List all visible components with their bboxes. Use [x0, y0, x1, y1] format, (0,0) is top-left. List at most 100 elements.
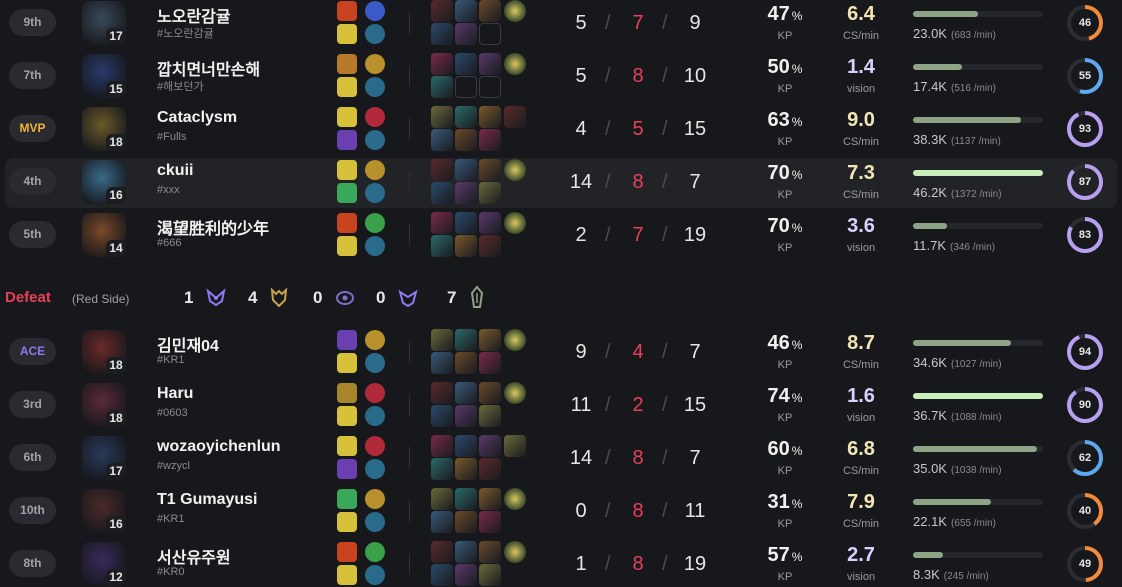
item-icon[interactable]: [455, 382, 477, 404]
domination-rune-icon[interactable]: [365, 436, 385, 456]
sorcery-rune-icon[interactable]: [365, 1, 385, 21]
ward-item-icon[interactable]: [504, 541, 526, 563]
flash-spell-icon[interactable]: [337, 107, 357, 127]
summoner-name[interactable]: 깝치면너만손해: [157, 56, 260, 80]
item-icon[interactable]: [479, 0, 501, 22]
summoner-name[interactable]: wozaoyichenlun: [157, 438, 281, 456]
item-icon[interactable]: [431, 435, 453, 457]
flash-spell-icon[interactable]: [337, 77, 357, 97]
item-icon[interactable]: [431, 106, 453, 128]
champion-portrait[interactable]: 17: [82, 436, 126, 480]
teleport-spell-icon[interactable]: [337, 459, 357, 479]
item-icon[interactable]: [455, 0, 477, 22]
rune-shard-icon[interactable]: [365, 406, 385, 426]
champion-portrait[interactable]: 16: [82, 489, 126, 533]
item-icon[interactable]: [479, 159, 501, 181]
summoner-name[interactable]: T1 Gumayusi: [157, 491, 257, 509]
item-icon[interactable]: [455, 212, 477, 234]
item-icon[interactable]: [431, 541, 453, 563]
item-icon[interactable]: [455, 129, 477, 151]
ward-item-icon[interactable]: [504, 0, 526, 22]
item-icon[interactable]: [479, 541, 501, 563]
item-icon[interactable]: [431, 405, 453, 427]
item-icon[interactable]: [431, 76, 453, 98]
player-row[interactable]: ACE 18 김민재04 #KR1 9 / 4 / 7 46% KP 8.7 CS/min 34.6K (1…: [5, 328, 1117, 378]
player-row[interactable]: 6th 17 wozaoyichenlun #wzycl 14 / 8 / 7 60% KP 6.8 C…: [5, 434, 1117, 484]
precision-rune-icon[interactable]: [365, 330, 385, 350]
precision-rune-icon[interactable]: [365, 489, 385, 509]
item-icon[interactable]: [479, 53, 501, 75]
champion-portrait[interactable]: 14: [82, 213, 126, 257]
player-row[interactable]: MVP 18 Cataclysm #Fulls 4 / 5 / 15 63% KP 9.0 CS/min…: [5, 105, 1117, 155]
item-icon[interactable]: [455, 488, 477, 510]
item-icon[interactable]: [431, 382, 453, 404]
player-row[interactable]: 4th 16 ckuii #xxx 14 / 8 / 7 70% KP 7.3 CS/min 46.2K(…: [5, 158, 1117, 208]
teleport-spell-icon[interactable]: [337, 330, 357, 350]
item-icon[interactable]: [431, 511, 453, 533]
champion-portrait[interactable]: 15: [82, 54, 126, 98]
item-icon[interactable]: [479, 435, 501, 457]
precision-rune-icon[interactable]: [365, 54, 385, 74]
rune-shard-icon[interactable]: [365, 459, 385, 479]
domination-rune-icon[interactable]: [365, 107, 385, 127]
summoner-name[interactable]: Cataclysm: [157, 109, 237, 127]
flash-spell-icon[interactable]: [337, 236, 357, 256]
item-icon[interactable]: [479, 382, 501, 404]
ward-item-icon[interactable]: [504, 329, 526, 351]
player-row[interactable]: 8th 12 서산유주원 #KR0 1 / 8 / 19 57% KP 2.7 vision 8.3K (2…: [5, 540, 1117, 587]
ward-item-icon[interactable]: [504, 488, 526, 510]
flash-spell-icon[interactable]: [337, 24, 357, 44]
item-icon[interactable]: [431, 159, 453, 181]
item-icon[interactable]: [455, 564, 477, 586]
item-icon[interactable]: [455, 541, 477, 563]
item-icon[interactable]: [504, 106, 526, 128]
heal-spell-icon[interactable]: [337, 489, 357, 509]
item-icon[interactable]: [479, 106, 501, 128]
flash-spell-icon[interactable]: [337, 353, 357, 373]
heal-spell-icon[interactable]: [337, 183, 357, 203]
flash-spell-icon[interactable]: [337, 565, 357, 585]
item-icon[interactable]: [455, 352, 477, 374]
rune-shard-icon[interactable]: [365, 24, 385, 44]
item-icon[interactable]: [455, 159, 477, 181]
player-row[interactable]: 3rd 18 Haru #0603 11 / 2 / 15 74% KP 1.6 vision 36.7K…: [5, 381, 1117, 431]
champion-portrait[interactable]: 18: [82, 330, 126, 374]
resolve-rune-icon[interactable]: [365, 542, 385, 562]
domination-rune-icon[interactable]: [365, 383, 385, 403]
precision-rune-icon[interactable]: [365, 160, 385, 180]
champion-portrait[interactable]: 16: [82, 160, 126, 204]
summoner-name[interactable]: ckuii: [157, 162, 193, 180]
item-icon[interactable]: [479, 488, 501, 510]
ward-item-icon[interactable]: [504, 212, 526, 234]
item-icon[interactable]: [479, 511, 501, 533]
item-icon[interactable]: [479, 352, 501, 374]
item-icon[interactable]: [455, 53, 477, 75]
item-icon[interactable]: [479, 212, 501, 234]
ward-item-icon[interactable]: [504, 53, 526, 75]
item-icon[interactable]: [431, 129, 453, 151]
ward-item-icon[interactable]: [504, 382, 526, 404]
item-icon[interactable]: [455, 405, 477, 427]
rune-shard-icon[interactable]: [365, 565, 385, 585]
item-icon[interactable]: [504, 435, 526, 457]
exhaust-spell-icon[interactable]: [337, 54, 357, 74]
item-icon[interactable]: [455, 435, 477, 457]
item-icon[interactable]: [431, 564, 453, 586]
item-icon[interactable]: [431, 23, 453, 45]
item-icon[interactable]: [479, 235, 501, 257]
rune-shard-icon[interactable]: [365, 236, 385, 256]
ward-item-icon[interactable]: [504, 159, 526, 181]
item-icon[interactable]: [479, 329, 501, 351]
item-icon[interactable]: [455, 458, 477, 480]
champion-portrait[interactable]: 18: [82, 107, 126, 151]
item-icon[interactable]: [479, 405, 501, 427]
flash-spell-icon[interactable]: [337, 512, 357, 532]
summoner-name[interactable]: 노오란감귤: [157, 3, 231, 27]
champion-portrait[interactable]: 17: [82, 1, 126, 45]
flash-spell-icon[interactable]: [337, 436, 357, 456]
smite-spell-icon[interactable]: [337, 383, 357, 403]
item-icon[interactable]: [431, 182, 453, 204]
item-icon[interactable]: [455, 106, 477, 128]
item-icon[interactable]: [455, 235, 477, 257]
champion-portrait[interactable]: 18: [82, 383, 126, 427]
